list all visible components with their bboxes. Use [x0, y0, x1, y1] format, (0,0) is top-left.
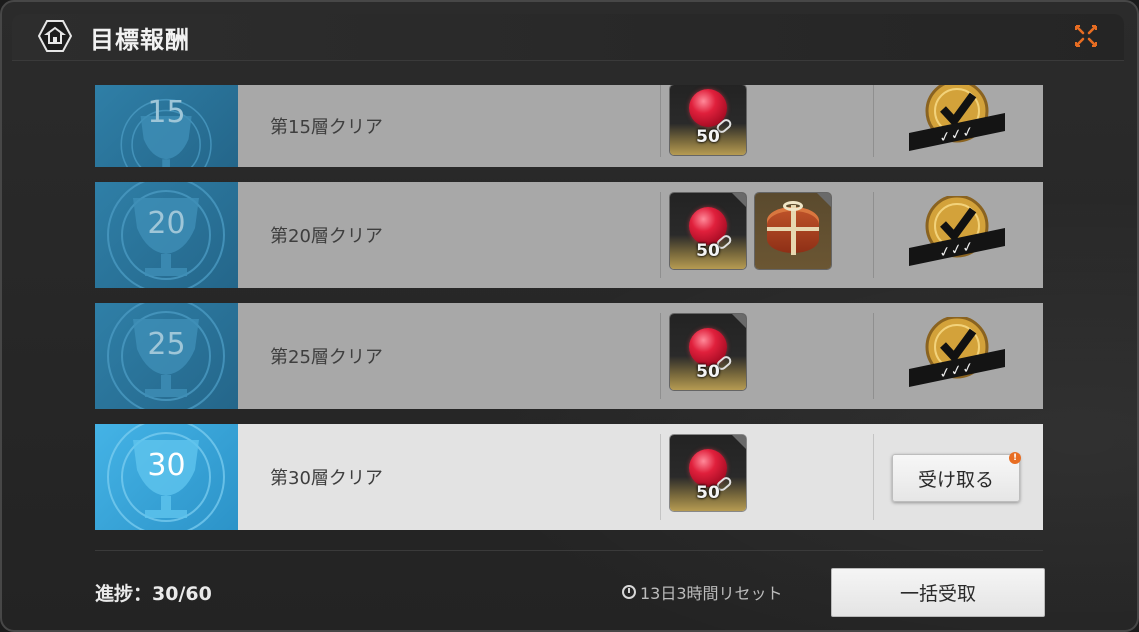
page-title: 目標報酬	[90, 26, 190, 54]
claim-all-button[interactable]: 一括受取	[831, 568, 1045, 617]
reward-item-gem[interactable]: 50	[670, 85, 746, 155]
reward-row: 15 第15層クリア 50 ✓✓✓	[95, 85, 1043, 167]
condition-label: 第15層クリア	[270, 117, 383, 138]
divider	[660, 313, 661, 399]
reward-item-gift-box[interactable]	[755, 193, 831, 269]
floor-number: 25	[147, 327, 186, 362]
claimed-stamp-icon: ✓✓✓	[909, 85, 1005, 151]
claimed-stamp-icon: ✓✓✓	[909, 317, 1005, 387]
alert-badge: !	[1009, 452, 1021, 464]
home-icon[interactable]	[38, 19, 72, 53]
divider	[660, 434, 661, 520]
claimed-stamp-icon: ✓✓✓	[909, 196, 1005, 266]
item-quantity: 50	[696, 483, 720, 503]
footer-divider	[95, 550, 1043, 551]
bow-icon	[783, 201, 803, 211]
header-bar: 目標報酬	[12, 14, 1124, 61]
reward-item-gem[interactable]: 50	[670, 435, 746, 511]
item-corner	[732, 314, 746, 328]
reward-item-gem[interactable]: 50	[670, 314, 746, 390]
ribbon	[767, 227, 819, 231]
progress-label: 進捗：30/60	[95, 583, 212, 605]
floor-number: 20	[147, 206, 186, 241]
divider	[873, 192, 874, 278]
floor-number: 15	[147, 95, 186, 130]
floor-badge: 25	[95, 303, 238, 409]
item-quantity: 50	[696, 241, 720, 261]
reward-window: 目標報酬 15 第15層クリア 50 ✓✓✓ 20 第20層クリア 50 ✓✓✓…	[0, 0, 1139, 632]
divider	[873, 313, 874, 399]
floor-badge: 20	[95, 182, 238, 288]
divider	[873, 434, 874, 520]
reset-timer: 13日3時間リセット	[622, 580, 783, 604]
reset-label: 13日3時間リセット	[640, 584, 783, 603]
item-corner	[732, 193, 746, 207]
claim-button[interactable]: 受け取る	[892, 454, 1020, 502]
close-icon[interactable]	[1072, 22, 1100, 50]
item-corner	[732, 435, 746, 449]
reward-row: 20 第20層クリア 50 ✓✓✓	[95, 182, 1043, 288]
condition-label: 第25層クリア	[270, 347, 383, 368]
timer-icon	[622, 585, 636, 599]
divider	[873, 85, 874, 157]
condition-label: 第30層クリア	[270, 468, 383, 489]
item-quantity: 50	[696, 127, 720, 147]
floor-badge: 30	[95, 424, 238, 530]
condition-label: 第20層クリア	[270, 226, 383, 247]
divider	[660, 85, 661, 157]
item-corner	[817, 193, 831, 207]
reward-row: 30 第30層クリア 50 受け取る !	[95, 424, 1043, 530]
reward-row: 25 第25層クリア 50 ✓✓✓	[95, 303, 1043, 409]
floor-badge: 15	[95, 85, 238, 167]
reward-item-gem[interactable]: 50	[670, 193, 746, 269]
item-quantity: 50	[696, 362, 720, 382]
floor-number: 30	[147, 448, 186, 483]
divider	[660, 192, 661, 278]
